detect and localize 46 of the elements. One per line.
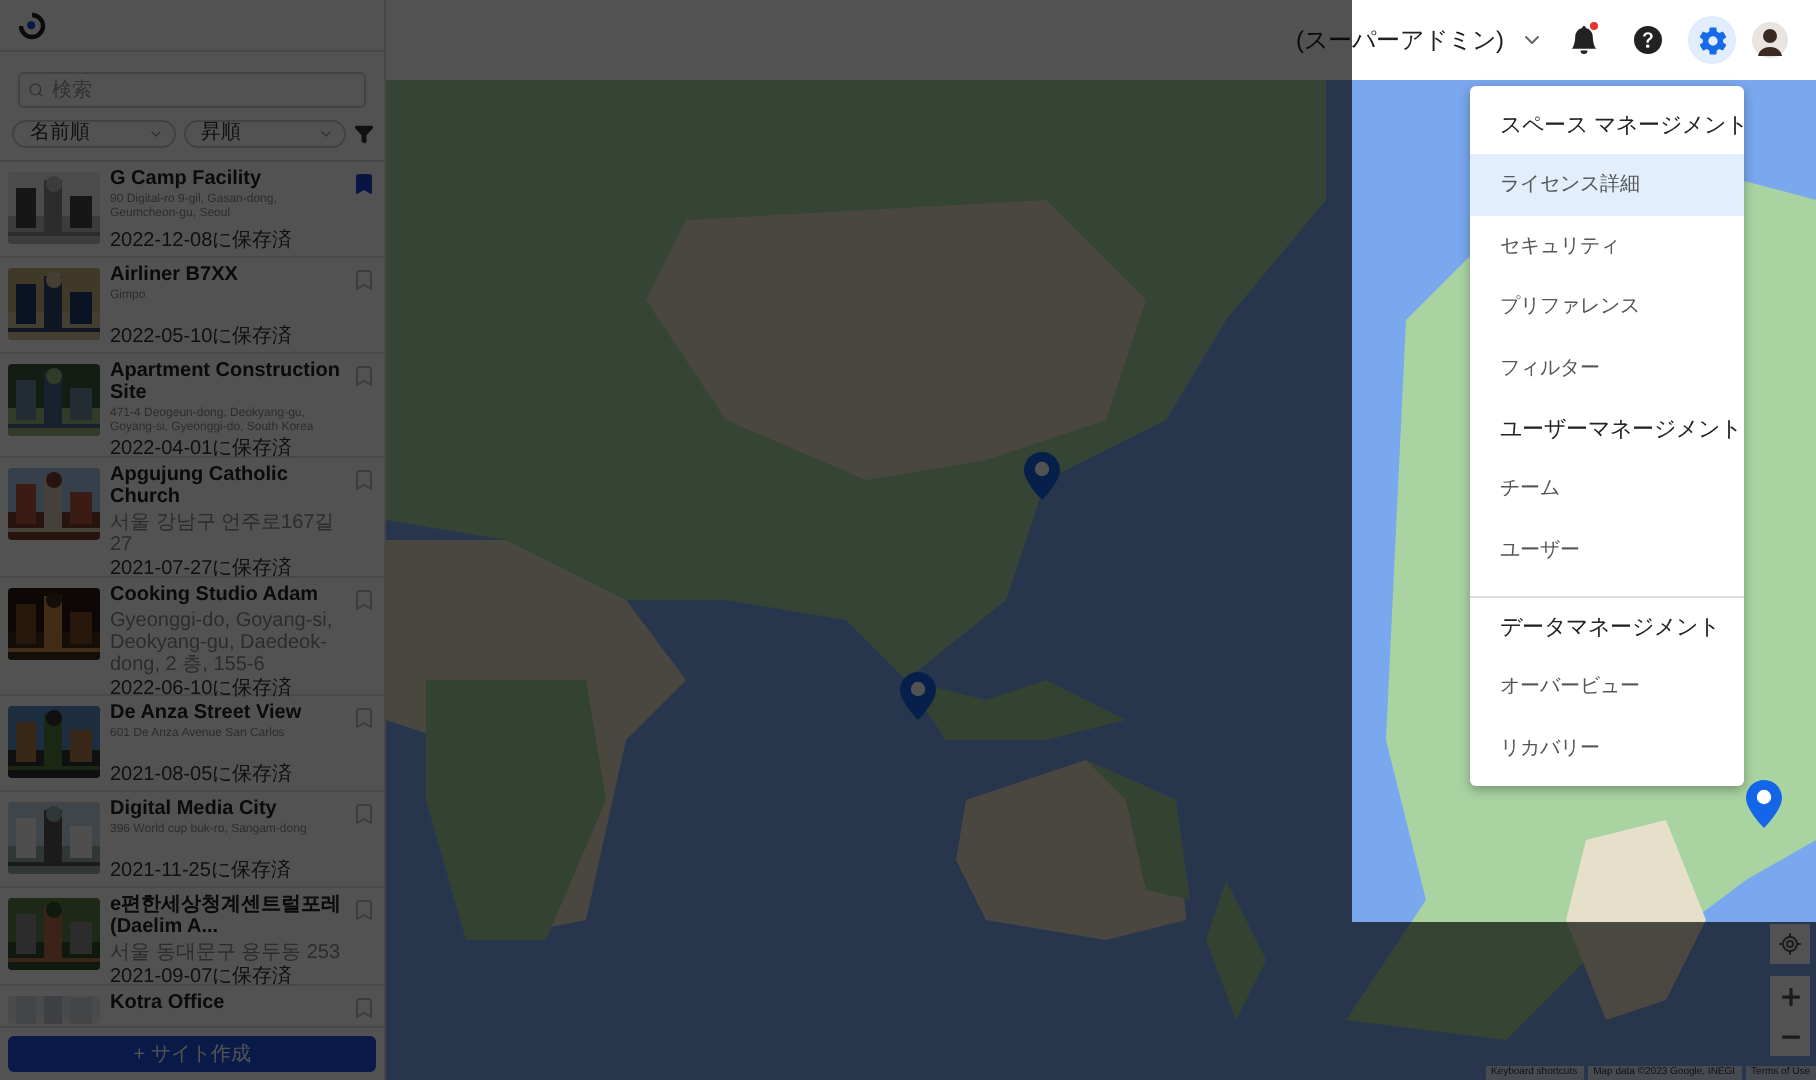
saved-date: 2021-08-05に保存済	[110, 763, 295, 786]
site-title[interactable]: Kotra Office	[110, 992, 342, 1015]
saved-date: 2022-06-10に保存済	[110, 677, 295, 699]
chevron-icon	[318, 126, 334, 142]
logo-icon	[18, 11, 46, 39]
map-pin-icon[interactable]	[1024, 452, 1060, 500]
menu-item[interactable]: セキュリティ	[1470, 215, 1744, 276]
saved-date: 2022-04-01に保存済	[110, 438, 295, 460]
site-title[interactable]: Cooking Studio Adam	[110, 583, 342, 605]
saved-date: 2021-07-27に保存済	[110, 558, 295, 581]
site-title[interactable]: Apartment Construction Site	[110, 360, 342, 404]
menu-item[interactable]: ユーザー	[1470, 519, 1744, 580]
site-title[interactable]: De Anza Street View	[110, 701, 342, 724]
filter-icon[interactable]	[354, 124, 374, 144]
settings-icon[interactable]	[1688, 16, 1736, 64]
menu-item[interactable]: フィルター	[1470, 337, 1744, 398]
avatar-icon[interactable]	[1752, 22, 1788, 58]
menu-item[interactable]: ライセンス詳細	[1470, 154, 1744, 215]
menu-item[interactable]: リカバリー	[1470, 717, 1744, 778]
map-pin-icon[interactable]	[1746, 780, 1782, 828]
menu-item[interactable]: チーム	[1470, 458, 1744, 519]
plus-icon	[1777, 983, 1803, 1009]
bookmark-icon[interactable]	[352, 172, 376, 196]
menu-item[interactable]: オーバービュー	[1470, 656, 1744, 717]
menu-item[interactable]: プリファレンス	[1470, 276, 1744, 337]
saved-date: 2022-12-08に保存済	[110, 230, 295, 252]
saved-date: 2022-05-10に保存済	[110, 326, 295, 348]
saved-date: 2021-09-07に保存済	[110, 965, 295, 988]
site-title[interactable]: Airliner B7XX	[110, 264, 342, 286]
site-title[interactable]: G Camp Facility	[110, 168, 342, 190]
sort-dropdown[interactable]: 名前順	[12, 120, 175, 148]
menu-section-title: スペース マネージメント	[1498, 111, 1744, 141]
saved-date: 2021-11-25に保存済	[110, 859, 293, 882]
search-icon	[28, 82, 44, 98]
menu-section-title: データマネージメント	[1470, 596, 1744, 656]
site-title[interactable]: e편한세상청계센트럴포레 (Daelim A...	[110, 893, 342, 938]
chevron-icon	[147, 126, 163, 142]
site-title[interactable]: Digital Media City	[110, 797, 342, 820]
create-site-button[interactable]: + サイト作成	[8, 1036, 376, 1072]
sort-dropdown[interactable]: 昇順	[183, 120, 346, 148]
menu-section-title: ユーザーマネージメント	[1498, 415, 1744, 445]
site-title[interactable]: Apgujung Catholic Church	[110, 464, 342, 509]
map-pin-icon[interactable]	[900, 672, 936, 720]
my-location-button[interactable]	[1770, 924, 1810, 964]
crosshair-icon	[1778, 932, 1802, 956]
role-label[interactable]: (スーパーアドミン)	[1296, 23, 1504, 57]
